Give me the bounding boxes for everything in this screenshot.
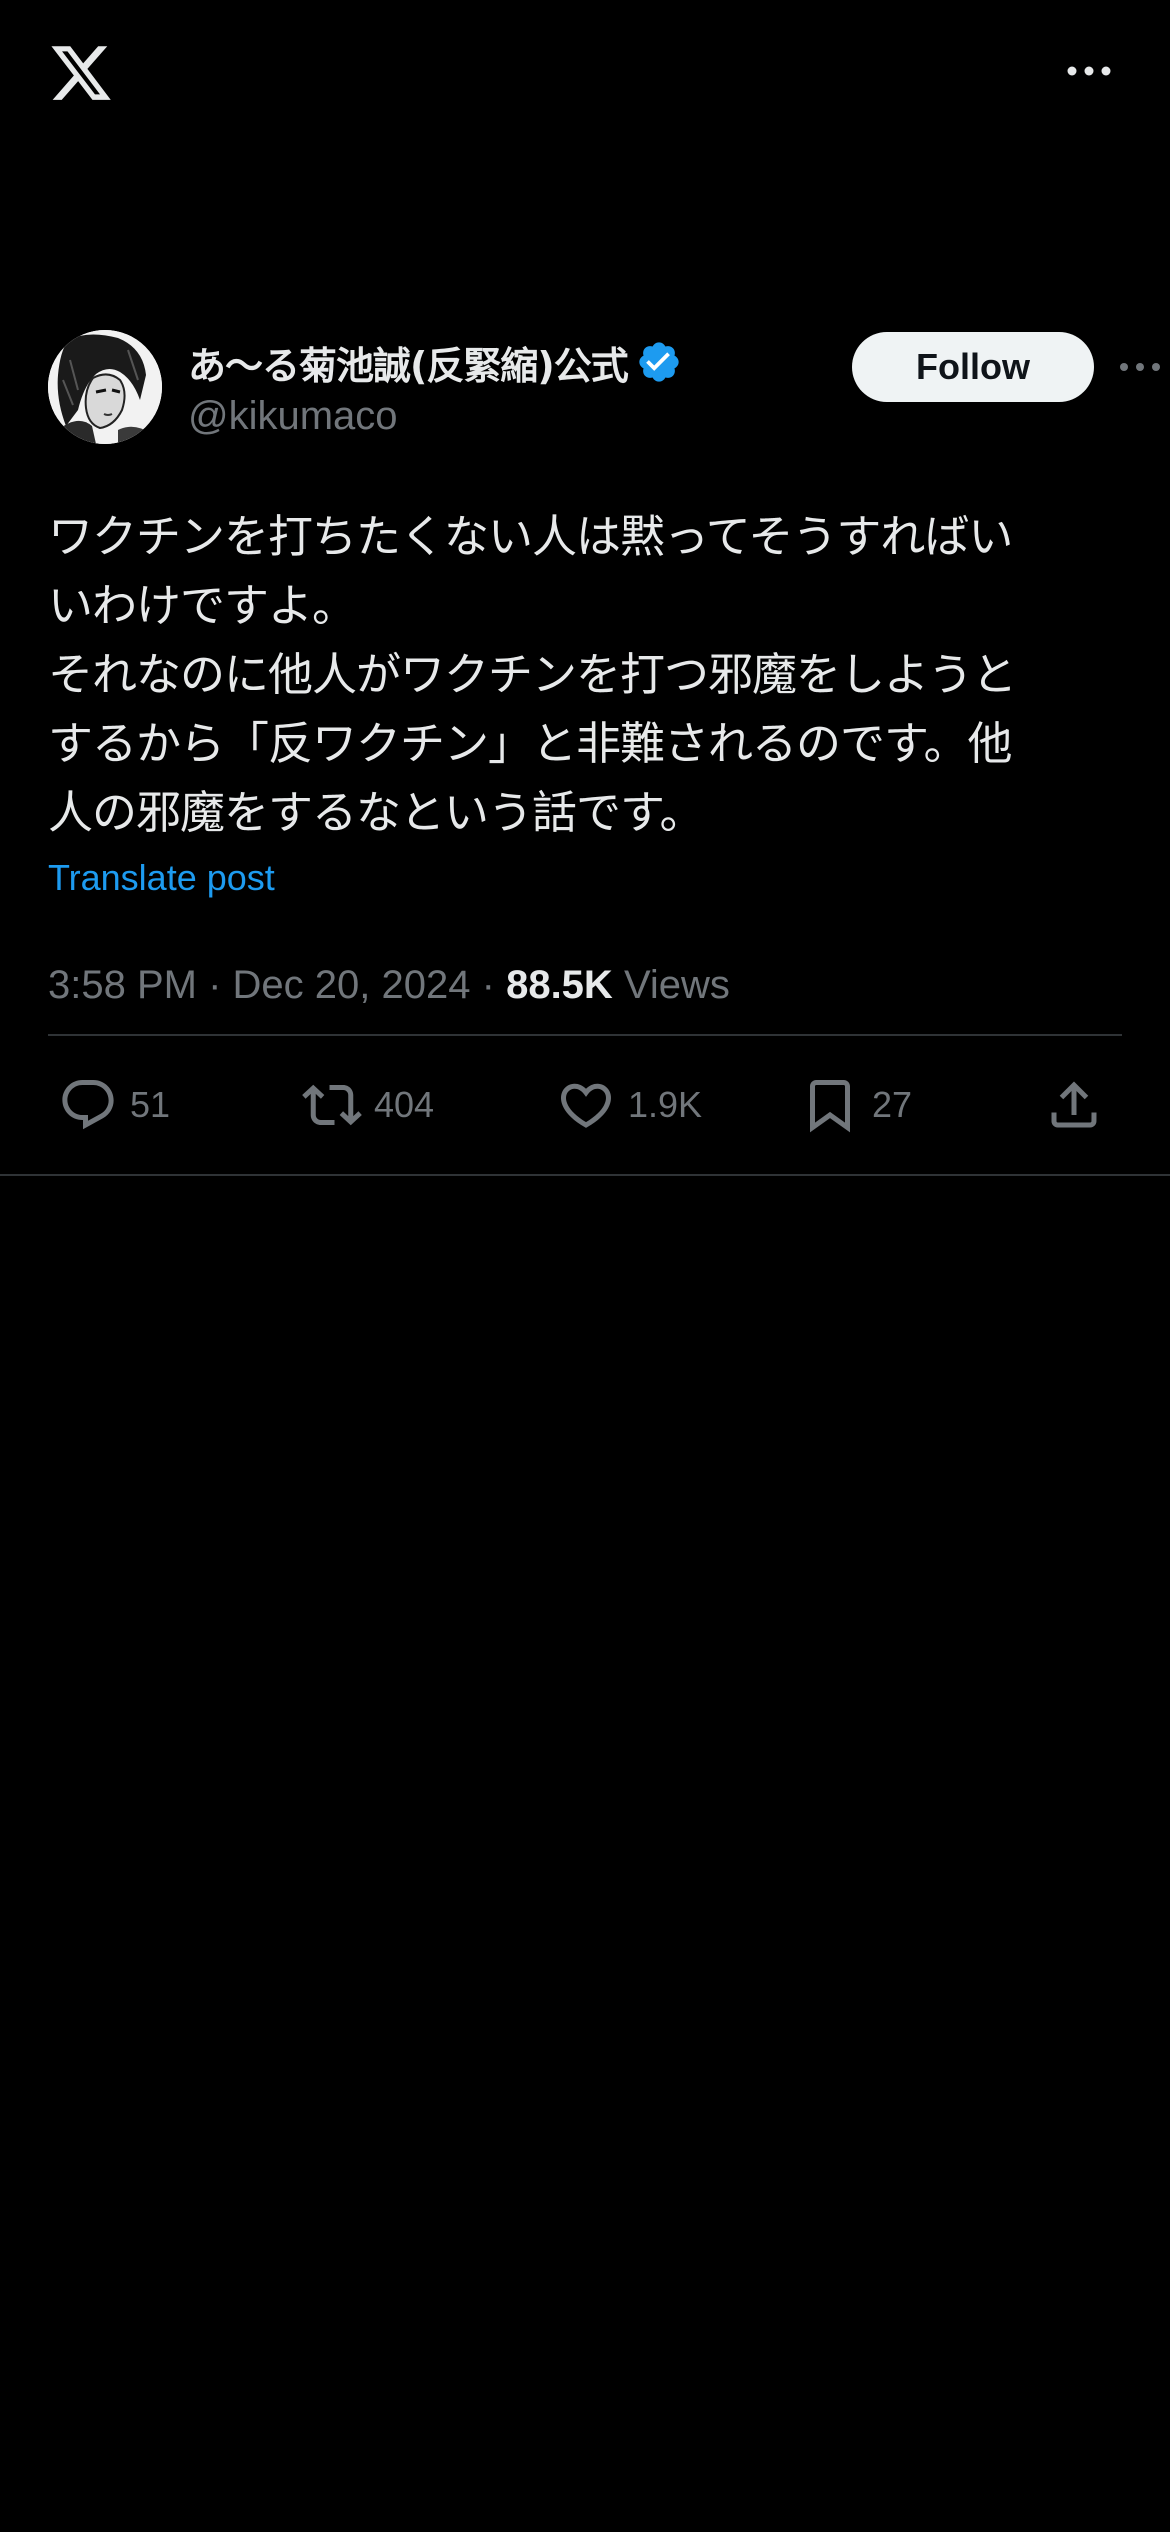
views-label: Views	[623, 963, 730, 1007]
x-logo-icon[interactable]	[48, 40, 114, 106]
views-count[interactable]: 88.5K	[506, 963, 613, 1007]
bookmark-count: 27	[872, 1084, 913, 1125]
handle[interactable]: @kikumaco	[188, 394, 828, 439]
meta-separator: ·	[481, 963, 495, 1007]
tweet-date[interactable]: Dec 20, 2024	[233, 963, 471, 1007]
divider	[48, 1034, 1122, 1036]
more-horizontal-icon[interactable]	[1118, 352, 1162, 382]
tweet-meta: 3:58 PM · Dec 20, 2024 · 88.5K Views	[48, 955, 1122, 1015]
meta-separator: ·	[208, 963, 222, 1007]
tweet-time[interactable]: 3:58 PM	[48, 963, 197, 1007]
like-button[interactable]: 1.9K	[556, 1060, 702, 1150]
action-bar: 51 404 1.9K 27	[48, 1060, 1122, 1150]
translate-post-link[interactable]: Translate post	[48, 857, 275, 899]
bookmark-button[interactable]: 27	[800, 1060, 912, 1150]
avatar[interactable]	[48, 330, 162, 444]
verified-badge-icon[interactable]	[636, 339, 682, 385]
reply-icon	[62, 1080, 114, 1130]
repost-icon	[302, 1084, 362, 1126]
tweet-text: ワクチンを打ちたくない人は黙ってそうすればい いわけですよ。 それなのに他人がワ…	[48, 510, 1017, 839]
divider	[0, 1174, 1170, 1176]
display-name-line: あ〜る菊池誠(反緊縮)公式	[188, 334, 828, 390]
more-horizontal-icon[interactable]	[1064, 56, 1114, 86]
avatar-illustration	[48, 330, 162, 444]
reply-button[interactable]: 51	[58, 1060, 170, 1150]
author-row: あ〜る菊池誠(反緊縮)公式 @kikumaco Follow	[48, 330, 1160, 450]
share-icon	[1051, 1081, 1097, 1128]
author-names: あ〜る菊池誠(反緊縮)公式 @kikumaco	[188, 334, 828, 439]
share-button[interactable]	[1044, 1060, 1104, 1150]
follow-button[interactable]: Follow	[852, 332, 1094, 402]
repost-count: 404	[374, 1084, 435, 1125]
repost-button[interactable]: 404	[302, 1060, 434, 1150]
display-name[interactable]: あ〜る菊池誠(反緊縮)公式	[188, 335, 629, 390]
bookmark-icon	[810, 1080, 850, 1133]
heart-icon	[560, 1083, 612, 1128]
tweet: あ〜る菊池誠(反緊縮)公式 @kikumaco Follow ワクチンを打ちたく…	[48, 330, 1160, 1015]
top-bar	[0, 0, 1170, 150]
reply-count: 51	[130, 1084, 171, 1125]
like-count: 1.9K	[628, 1084, 703, 1125]
